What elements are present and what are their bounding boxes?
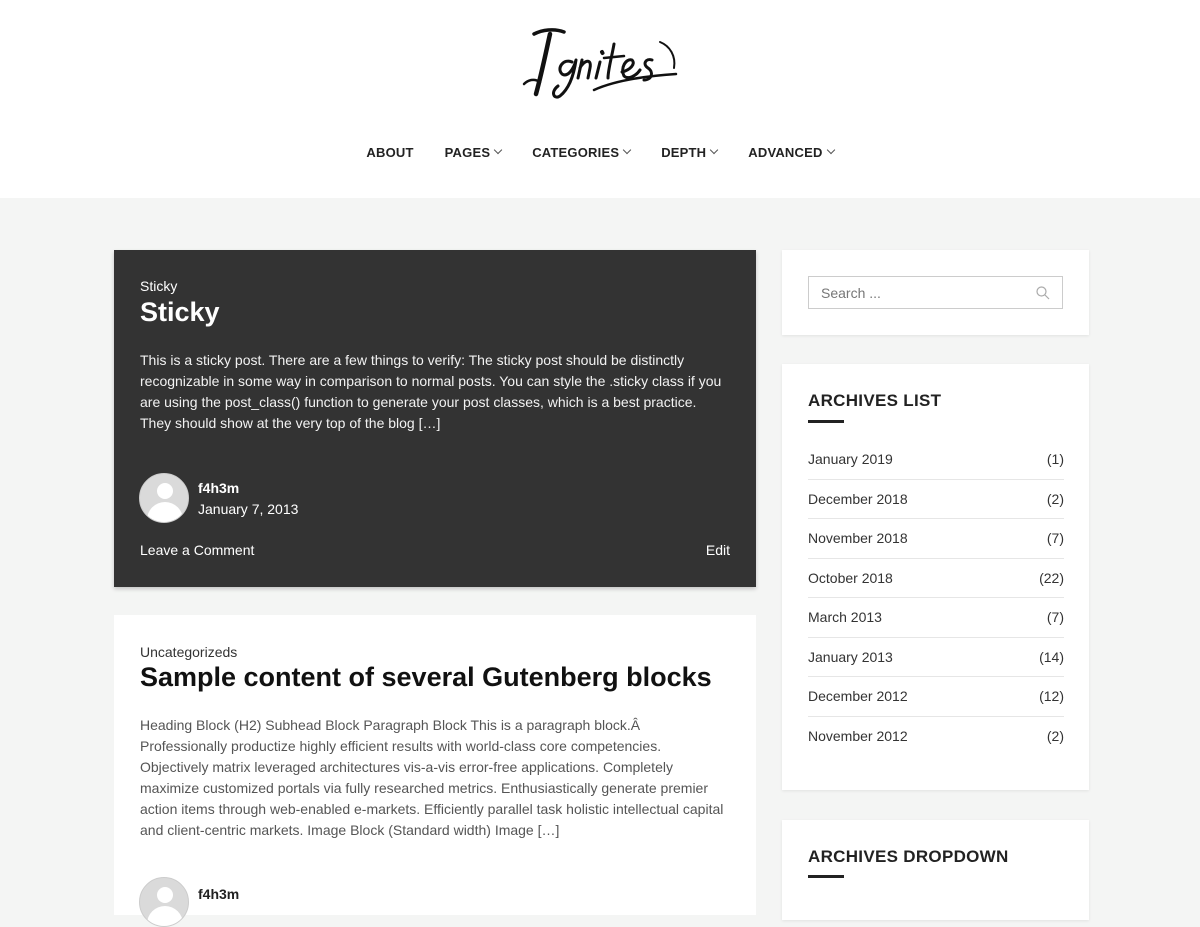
list-item: November 2018 (7) [808,519,1064,559]
post-excerpt: Heading Block (H2) Subhead Block Paragra… [140,717,724,838]
list-item: January 2013 (14) [808,638,1064,677]
avatar-body-shape [147,906,183,926]
site-logo[interactable] [520,22,684,102]
archive-link[interactable]: December 2012 [808,688,908,704]
post-title-link[interactable]: Sample content of several Gutenberg bloc… [140,662,712,693]
avatar-head-shape [157,887,173,903]
avatar-body-shape [147,502,183,522]
nav-item-depth[interactable]: DEPTH [661,141,719,163]
edit-post-link[interactable]: Edit [706,542,730,558]
nav-item-categories[interactable]: CATEGORIES [532,141,632,163]
search-input[interactable] [809,277,1062,308]
archives-dropdown-widget: ARCHIVES DROPDOWN [782,820,1089,920]
nav-item-label: DEPTH [661,144,707,160]
avatar-head-shape [157,483,173,499]
chevron-down-icon [493,145,503,155]
list-item: December 2012 (12) [808,677,1064,717]
title-underline [808,875,844,878]
post-title-link[interactable]: Sticky [140,297,220,328]
archive-count: (7) [1046,530,1064,547]
nav-item-advanced[interactable]: ADVANCED [748,141,835,163]
post-category-link[interactable]: Sticky [140,278,177,294]
widget-title: ARCHIVES DROPDOWN [808,847,1009,866]
widget-title: ARCHIVES LIST [808,391,942,410]
nav-item-label: ABOUT [366,144,414,160]
post-category-link[interactable]: Uncategorizeds [140,644,237,660]
avatar[interactable] [139,473,189,523]
archive-link[interactable]: January 2019 [808,451,893,467]
archive-link[interactable]: March 2013 [808,609,882,625]
chevron-down-icon [622,145,632,155]
archive-link[interactable]: November 2012 [808,728,908,744]
search-icon[interactable] [1036,286,1050,300]
title-underline [808,420,844,423]
list-item: January 2019 (1) [808,440,1064,480]
main-navigation: ABOUT PAGES CATEGORIES DEPTH ADVANCED [0,141,1200,163]
archive-link[interactable]: October 2018 [808,570,893,586]
nav-item-label: CATEGORIES [532,144,620,160]
nav-item-label: PAGES [444,144,491,160]
nav-item-label: ADVANCED [748,144,823,160]
post-card: Uncategorizeds Sample content of several… [114,615,756,927]
chevron-down-icon [826,145,835,155]
archive-count: (14) [1039,648,1064,665]
archives-list-widget: ARCHIVES LIST January 2019 (1) December … [782,364,1089,790]
leave-comment-link[interactable]: Leave a Comment [140,542,254,558]
list-item: October 2018 (22) [808,559,1064,598]
archive-list: January 2019 (1) December 2018 (2) Novem… [808,440,1064,756]
avatar[interactable] [139,877,189,927]
list-item: March 2013 (7) [808,598,1064,638]
logo-script-image [522,28,678,99]
archive-count: (2) [1046,728,1064,745]
list-item: December 2018 (2) [808,480,1064,519]
archive-count: (1) [1046,451,1064,468]
chevron-down-icon [710,145,719,155]
archive-link[interactable]: November 2018 [808,530,908,546]
archive-count: (22) [1039,569,1064,586]
archive-count: (2) [1046,490,1064,507]
site-header: ABOUT PAGES CATEGORIES DEPTH ADVANCED [0,0,1200,198]
archive-count: (12) [1039,688,1064,705]
post-date-link[interactable]: January 7, 2013 [198,501,298,517]
post-card-sticky: Sticky Sticky This is a sticky post. The… [114,250,756,587]
archive-link[interactable]: January 2013 [808,649,893,665]
search-widget [782,250,1089,335]
post-excerpt: This is a sticky post. There are a few t… [140,352,722,431]
nav-item-about[interactable]: ABOUT [366,141,413,163]
archive-link[interactable]: December 2018 [808,491,908,507]
nav-item-pages[interactable]: PAGES [444,141,503,163]
search-form [808,276,1063,309]
post-author-link[interactable]: f4h3m [198,480,239,496]
list-item: November 2012 (2) [808,717,1064,757]
archive-count: (7) [1046,609,1064,626]
